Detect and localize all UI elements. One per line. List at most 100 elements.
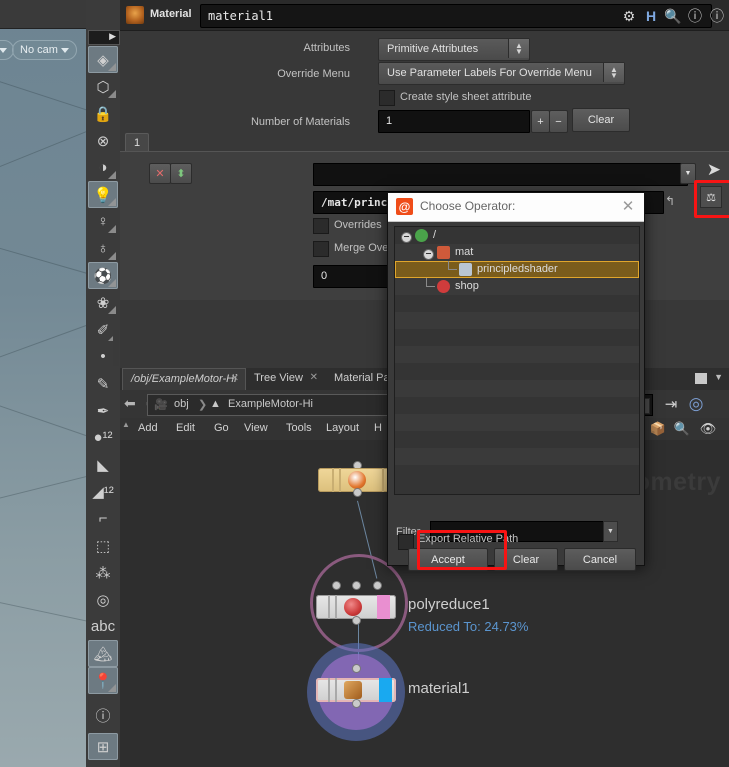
camera-selector[interactable]: No cam bbox=[12, 40, 77, 60]
shelf-lock-tool[interactable]: 🔒 bbox=[88, 100, 118, 127]
shelf-shading-tool[interactable]: ◑ bbox=[88, 154, 118, 181]
tree-row-principledshader[interactable]: principledshader bbox=[395, 261, 639, 278]
dialog-title-bar[interactable]: @ Choose Operator: ✕ bbox=[388, 193, 644, 222]
attributes-dropdown[interactable]: Primitive Attributes ▲▼ bbox=[378, 38, 530, 61]
shelf-environment-tool[interactable]: ⚽ bbox=[88, 262, 118, 289]
operator-tree[interactable]: /matprincipledshadershop bbox=[394, 226, 640, 495]
maximize-icon[interactable] bbox=[695, 373, 707, 384]
info-icon[interactable]: ⓘ bbox=[685, 6, 705, 26]
menu-layout[interactable]: Layout bbox=[326, 422, 359, 434]
search-icon[interactable]: 🔍 bbox=[663, 6, 683, 26]
shelf-disc-tool[interactable]: ◎ bbox=[88, 586, 118, 613]
menu-tools[interactable]: Tools bbox=[286, 422, 312, 434]
node-output-connector[interactable] bbox=[353, 617, 360, 624]
shelf-text-tool[interactable]: abc bbox=[88, 613, 118, 640]
shelf-prim-number-tool[interactable]: ◢¹² bbox=[88, 478, 118, 505]
menu-add[interactable]: Add bbox=[138, 422, 158, 434]
menu-go[interactable]: Go bbox=[214, 422, 229, 434]
shelf-grid-tool[interactable]: ⬚ bbox=[88, 532, 118, 559]
tree-row-mat[interactable]: mat bbox=[395, 244, 639, 261]
node-input-connector-2[interactable] bbox=[374, 582, 381, 589]
accept-button[interactable]: Accept bbox=[408, 548, 488, 571]
add-material-button[interactable]: + bbox=[531, 110, 550, 133]
create-style-sheet-checkbox[interactable] bbox=[379, 90, 395, 106]
grid-tool: ⬚ bbox=[88, 532, 118, 559]
multiparm-tab-1[interactable]: 1 bbox=[125, 133, 149, 152]
shelf-marker-tool[interactable]: 📍 bbox=[88, 667, 118, 694]
pane-splitter-vertical[interactable] bbox=[113, 330, 119, 366]
menu-view[interactable]: View bbox=[244, 422, 268, 434]
tree-row-shop[interactable]: shop bbox=[395, 278, 639, 295]
network-tab-obj[interactable]: /obj/ExampleMotor-Hi ✕ bbox=[122, 368, 246, 391]
search-icon[interactable]: 🔍 bbox=[673, 420, 691, 438]
gear-icon[interactable]: ⚙ bbox=[619, 6, 639, 26]
viewport-3d[interactable] bbox=[0, 0, 86, 767]
shelf-displacement-tool[interactable]: ❀ bbox=[88, 289, 118, 316]
shelf-normals-tool[interactable]: ⁂ bbox=[88, 559, 118, 586]
cancel-button[interactable]: Cancel bbox=[564, 548, 636, 571]
shelf-pick-tool[interactable]: ✒ bbox=[88, 397, 118, 424]
chevron-updown-icon[interactable]: ▲▼ bbox=[508, 39, 529, 58]
tree-row--[interactable]: / bbox=[395, 227, 639, 244]
shelf-info-tool[interactable]: ⓘ bbox=[88, 702, 118, 729]
clear-materials-button[interactable]: Clear bbox=[572, 108, 630, 132]
multiparm-move-button[interactable]: ⬍ bbox=[170, 163, 192, 184]
box-icon[interactable]: 📦 bbox=[649, 420, 667, 438]
expander-collapse-icon[interactable] bbox=[401, 232, 412, 243]
merge-overrides-checkbox[interactable] bbox=[313, 241, 329, 257]
pick-node-arrow-icon[interactable]: ➤ bbox=[707, 160, 721, 180]
group-dropdown-arrow-icon[interactable]: ▼ bbox=[680, 163, 696, 184]
shelf-select-tool[interactable]: ⬡ bbox=[88, 73, 118, 100]
node-input-connector[interactable] bbox=[353, 665, 360, 672]
material-node-body[interactable] bbox=[316, 678, 396, 702]
shelf-grid-layout-tool[interactable]: ⊞ bbox=[88, 733, 118, 760]
menu-help[interactable]: H bbox=[374, 422, 382, 434]
shelf-point-number-tool[interactable]: ●¹² bbox=[88, 424, 118, 451]
node-output-connector[interactable] bbox=[354, 489, 361, 496]
nav-back-icon[interactable]: ⬅ bbox=[124, 395, 136, 412]
revert-icon[interactable]: ↰ bbox=[665, 194, 675, 208]
node-input-connector-1[interactable] bbox=[353, 582, 360, 589]
help-icon[interactable]: ⓘ bbox=[707, 6, 727, 26]
shelf-expand-button[interactable]: ▶ bbox=[88, 30, 120, 45]
shelf-view-tool[interactable]: ◈ bbox=[88, 46, 118, 73]
number-of-materials-input[interactable]: 1 bbox=[378, 110, 530, 133]
expander-collapse-icon[interactable] bbox=[423, 249, 434, 260]
pane-menu-icon[interactable]: ▼ bbox=[714, 372, 723, 382]
material-display-flag[interactable] bbox=[379, 678, 392, 702]
menu-edit[interactable]: Edit bbox=[176, 422, 195, 434]
chevron-updown-icon[interactable]: ▲▼ bbox=[603, 63, 624, 82]
menu-resize-handle[interactable]: ▲ bbox=[122, 420, 128, 438]
clear-button[interactable]: Clear bbox=[494, 548, 558, 571]
display-icon[interactable]: 👁 bbox=[699, 420, 717, 438]
shelf-brush-tool[interactable]: ✎ bbox=[88, 370, 118, 397]
close-icon[interactable]: ✕ bbox=[231, 373, 239, 384]
close-icon[interactable]: ✕ bbox=[620, 198, 636, 214]
shelf-headlight-tool[interactable]: ♀ bbox=[88, 208, 118, 235]
pin-icon[interactable]: ⇥ bbox=[661, 394, 681, 414]
shelf-angle-tool[interactable]: ⌐ bbox=[88, 505, 118, 532]
breadcrumb-geometry[interactable]: ExampleMotor-Hi bbox=[228, 398, 313, 410]
close-icon[interactable]: ✕ bbox=[310, 372, 318, 383]
network-tab-tree-view[interactable]: Tree View ✕ bbox=[246, 368, 324, 390]
shelf-prim-tool[interactable]: ◣ bbox=[88, 451, 118, 478]
override-menu-dropdown[interactable]: Use Parameter Labels For Override Menu ▲… bbox=[378, 62, 625, 85]
merge-overrides-label: Merge Ove bbox=[334, 242, 388, 254]
multiparm-delete-button[interactable]: ✕ bbox=[149, 163, 171, 184]
polyreduce-render-flag[interactable] bbox=[377, 595, 390, 619]
polyreduce-node-body[interactable] bbox=[316, 595, 396, 619]
choose-operator-button[interactable]: ⚖ bbox=[700, 186, 722, 208]
overrides-checkbox[interactable] bbox=[313, 218, 329, 234]
shelf-image-tool[interactable]: 🏔 bbox=[88, 640, 118, 667]
node-input-connector-0[interactable] bbox=[333, 582, 340, 589]
houdini-h-icon[interactable]: H bbox=[641, 6, 661, 26]
filter-chevron-down-icon[interactable]: ▼ bbox=[603, 521, 618, 542]
group-input[interactable] bbox=[313, 163, 688, 186]
remove-material-button[interactable]: − bbox=[549, 110, 568, 133]
target-icon[interactable]: ◎ bbox=[685, 393, 707, 415]
shelf-light-place-tool[interactable]: ♁ bbox=[88, 235, 118, 262]
node-output-connector[interactable] bbox=[353, 700, 360, 707]
shelf-xray-tool[interactable]: ⊗ bbox=[88, 127, 118, 154]
breadcrumb-obj[interactable]: obj bbox=[174, 398, 189, 410]
shelf-light-tool[interactable]: 💡 bbox=[88, 181, 118, 208]
